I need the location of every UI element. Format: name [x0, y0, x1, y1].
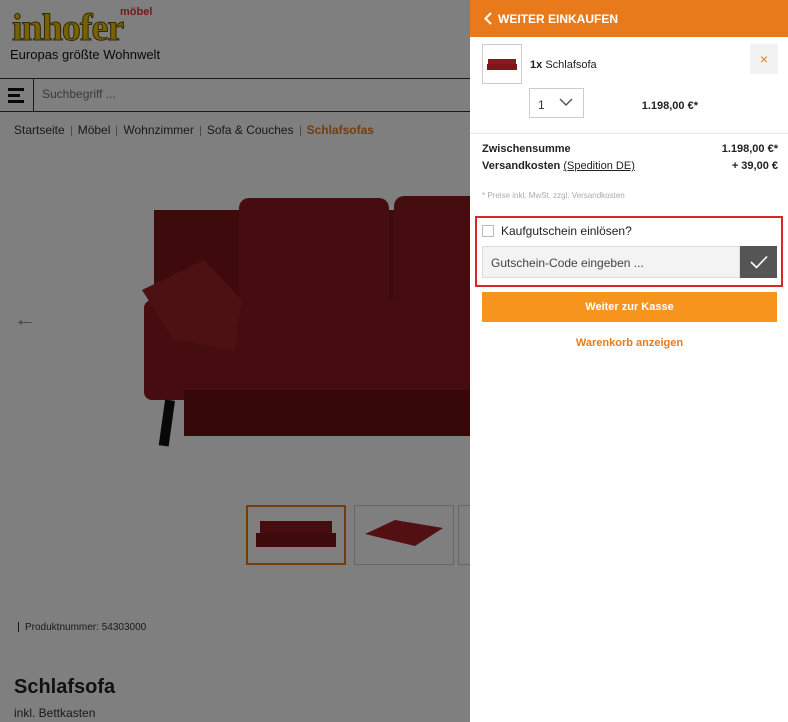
continue-shopping-button[interactable]: WEITER EINKAUFEN — [470, 0, 788, 37]
chevron-left-icon — [484, 12, 492, 25]
close-icon: × — [759, 51, 769, 67]
cart-item: 1x Schlafsofa × 1 1.198,00 €* — [482, 44, 778, 124]
voucher-checkbox-row[interactable]: Kaufgutschein einlösen? — [482, 224, 632, 238]
page-overlay[interactable] — [0, 0, 470, 722]
voucher-code-placeholder: Gutschein-Code eingeben ... — [491, 256, 644, 270]
shipping-link[interactable]: (Spedition DE) — [563, 160, 635, 172]
voucher-checkbox[interactable] — [482, 225, 494, 237]
cart-item-name[interactable]: 1x Schlafsofa — [530, 59, 597, 71]
voucher-checkbox-label: Kaufgutschein einlösen? — [501, 224, 632, 238]
cart-panel: WEITER EINKAUFEN 1x Schlafsofa × 1 1.198… — [470, 0, 788, 722]
cart-item-image[interactable] — [482, 44, 522, 84]
chevron-down-icon — [559, 98, 573, 107]
cart-item-price: 1.198,00 €* — [641, 100, 698, 112]
shipping-label: Versandkosten — [482, 160, 561, 172]
quantity-value: 1 — [538, 98, 545, 112]
voucher-submit-button[interactable] — [740, 246, 777, 278]
checkout-button[interactable]: Weiter zur Kasse — [482, 292, 777, 322]
continue-shopping-label: WEITER EINKAUFEN — [498, 11, 618, 26]
cart-divider — [470, 133, 788, 134]
cart-item-title: Schlafsofa — [545, 59, 597, 71]
cart-item-qty-prefix: 1x — [530, 59, 543, 71]
cart-summary: Zwischensumme 1.198,00 €* Versandkosten … — [482, 141, 778, 175]
voucher-code-input[interactable]: Gutschein-Code eingeben ... — [482, 246, 740, 278]
price-note: * Preise inkl. MwSt. zzgl. Versandkosten — [482, 191, 625, 200]
remove-item-button[interactable]: × — [750, 44, 778, 74]
subtotal-label: Zwischensumme — [482, 143, 571, 155]
subtotal-value: 1.198,00 €* — [721, 143, 778, 155]
checkmark-icon — [749, 255, 768, 269]
shipping-value: + 39,00 € — [731, 160, 778, 172]
quantity-select[interactable]: 1 — [529, 88, 584, 118]
view-cart-link[interactable]: Warenkorb anzeigen — [482, 337, 777, 349]
